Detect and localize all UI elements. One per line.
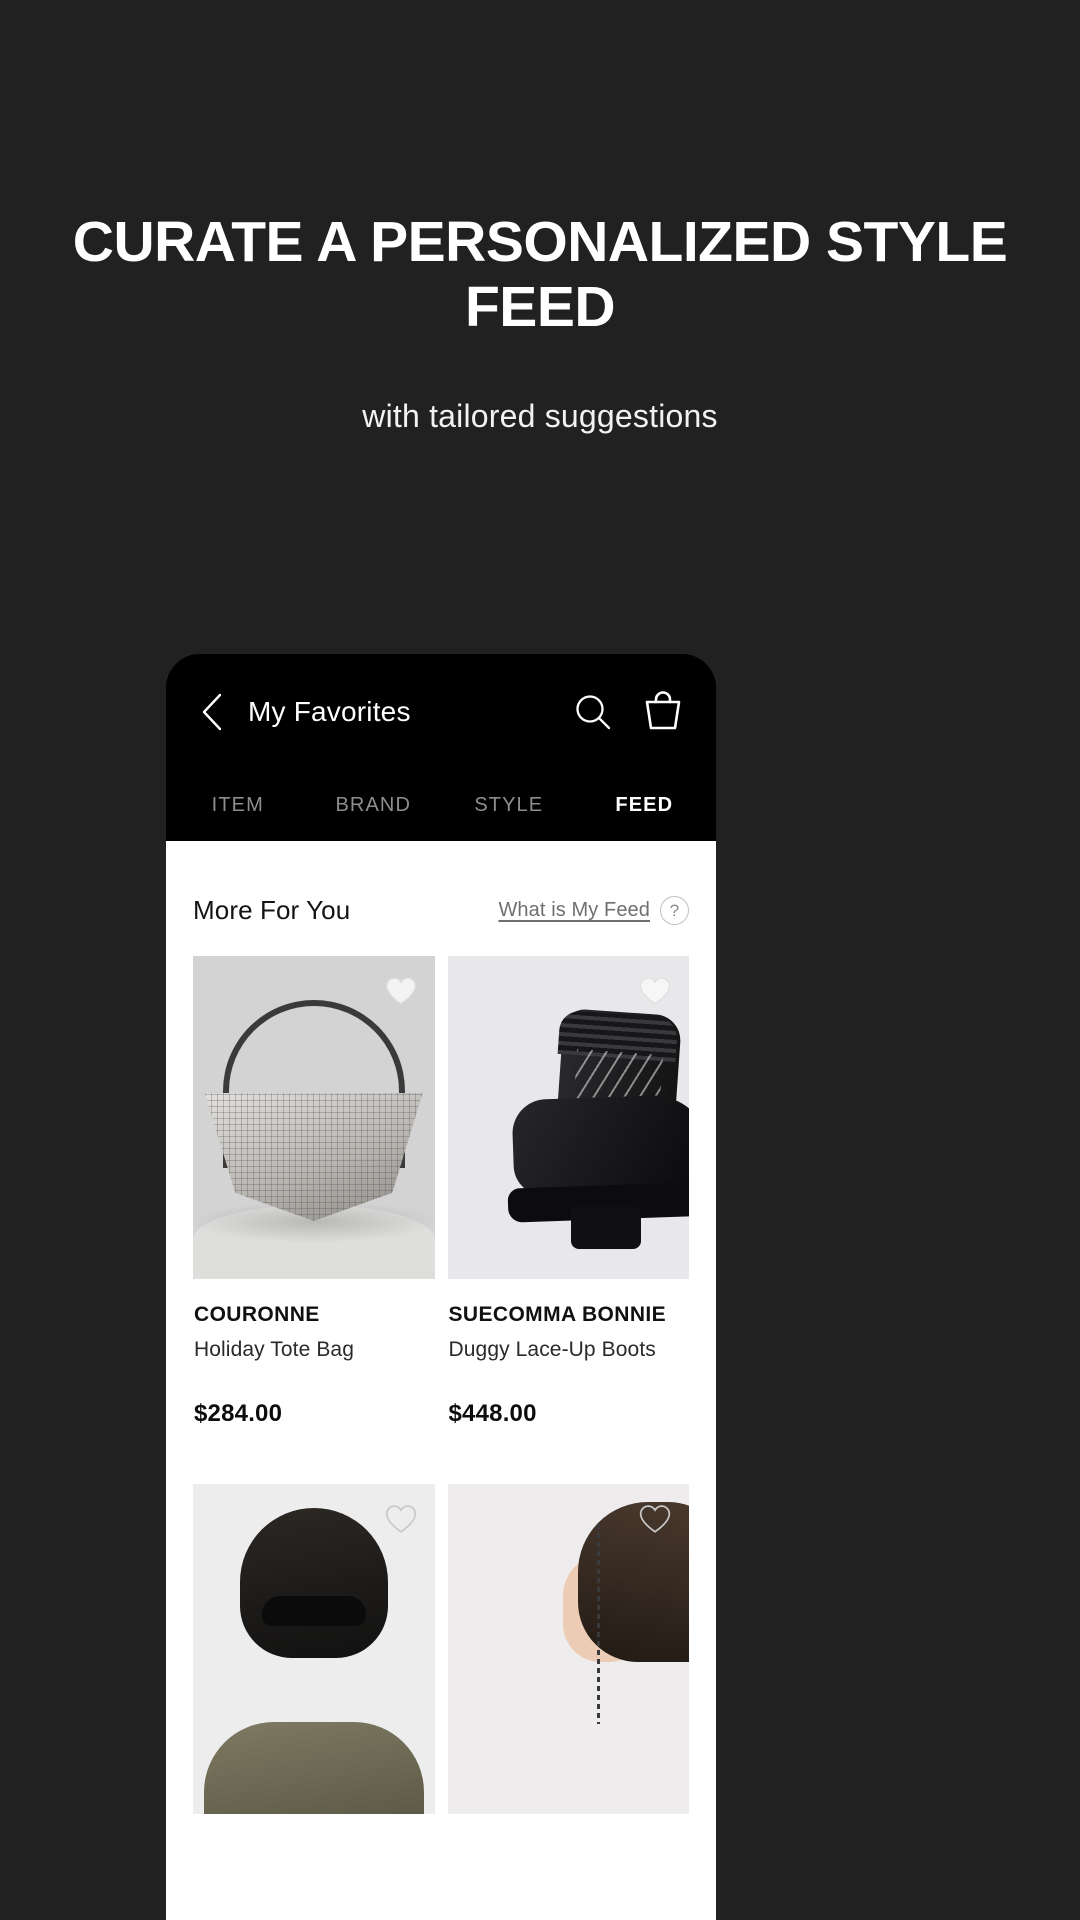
- back-button[interactable]: [188, 688, 236, 736]
- heart-icon[interactable]: [384, 1502, 418, 1536]
- tab-feed[interactable]: FEED: [577, 769, 713, 841]
- search-icon: [576, 694, 611, 729]
- product-brand: SUECOMMA BONNIE: [448, 1303, 667, 1326]
- product-image-model-with-hair-chain[interactable]: [447, 1484, 689, 1814]
- product-price: $448.00: [448, 1400, 537, 1427]
- heart-icon[interactable]: [384, 974, 418, 1008]
- product-name: Duggy Lace-Up Boots: [448, 1338, 656, 1361]
- promo-subheadline: with tailored suggestions: [362, 397, 718, 434]
- what-is-my-feed-link[interactable]: What is My Feed ?: [498, 896, 689, 925]
- heart-icon[interactable]: [638, 1502, 672, 1536]
- feed-tab-bar[interactable]: ITEM BRAND STYLE FEED: [166, 769, 716, 841]
- product-meta: SUECOMMA BONNIE Duggy Lace-Up Boots $448…: [448, 1279, 690, 1428]
- heart-icon[interactable]: [638, 974, 672, 1008]
- product-image-black-lace-up-boot[interactable]: [447, 956, 689, 1279]
- help-link-label: What is My Feed: [498, 899, 650, 921]
- product-card[interactable]: [193, 1484, 435, 1814]
- product-meta: COURONNE Holiday Tote Bag $284.00: [193, 1279, 435, 1428]
- tab-style[interactable]: STYLE: [441, 769, 577, 841]
- app-header: My Favorites: [166, 654, 716, 769]
- product-card[interactable]: SUECOMMA BONNIE Duggy Lace-Up Boots $448…: [447, 956, 690, 1428]
- question-mark-icon: ?: [660, 896, 689, 925]
- product-card[interactable]: [447, 1484, 689, 1814]
- product-name: Holiday Tote Bag: [194, 1338, 354, 1361]
- tab-item[interactable]: ITEM: [170, 769, 306, 841]
- search-button[interactable]: [566, 685, 620, 739]
- promo-headline: CURATE A PERSONALIZED STYLE FEED: [72, 210, 1008, 339]
- product-brand: COURONNE: [194, 1303, 320, 1326]
- product-grid: COURONNE Holiday Tote Bag $284.00 SUECOM…: [193, 956, 689, 1814]
- tab-brand[interactable]: BRAND: [306, 769, 442, 841]
- phone-mockup: My Favorites ITEM BRAND STYLE FEED More …: [166, 654, 716, 1920]
- grid-row-gap: [448, 1428, 690, 1484]
- feed-section-header: More For You What is My Feed ?: [193, 841, 689, 956]
- product-image-model-with-sunglasses[interactable]: [193, 1484, 435, 1814]
- promo-screenshot: CURATE A PERSONALIZED STYLE FEED with ta…: [0, 0, 1080, 1920]
- product-card[interactable]: COURONNE Holiday Tote Bag $284.00: [193, 956, 435, 1428]
- product-image-rhinestone-shoulder-bag[interactable]: [193, 956, 435, 1279]
- app-title: My Favorites: [248, 695, 411, 727]
- promo-copy-block: CURATE A PERSONALIZED STYLE FEED with ta…: [0, 210, 1080, 435]
- chevron-left-icon: [202, 693, 222, 730]
- shopping-bag-button[interactable]: [636, 685, 690, 739]
- grid-row-gap: [193, 1428, 435, 1484]
- feed-content: More For You What is My Feed ? COURONNE …: [166, 841, 716, 1920]
- shopping-bag-icon: [645, 690, 681, 729]
- product-price: $284.00: [194, 1400, 283, 1427]
- section-title: More For You: [193, 895, 351, 925]
